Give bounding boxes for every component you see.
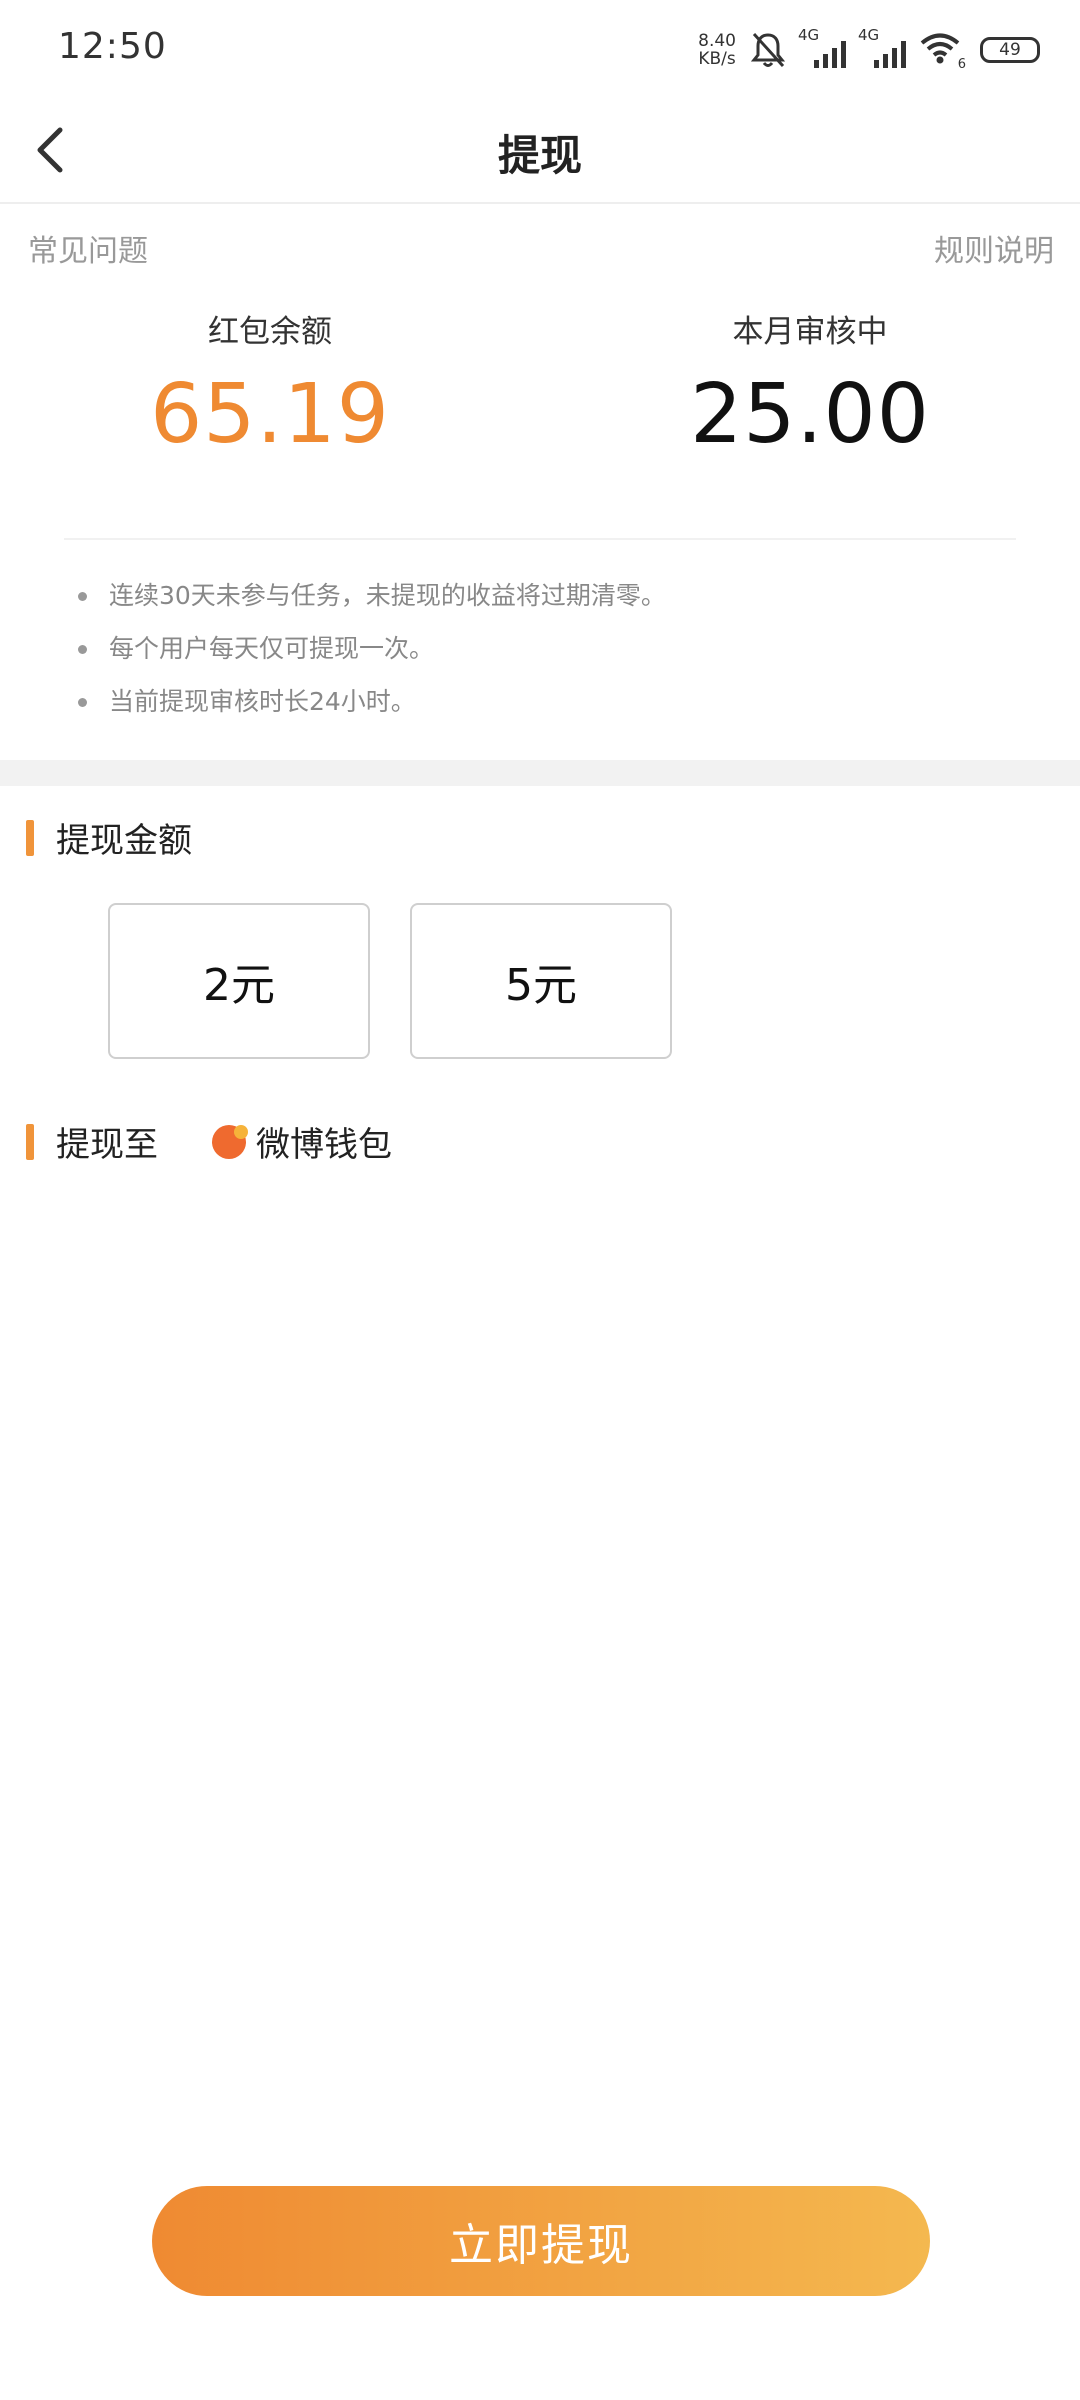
withdraw-button[interactable]: 立即提现 bbox=[152, 2186, 930, 2296]
destination-section-title: 提现至 bbox=[56, 1125, 158, 1165]
rules-list: 连续30天未参与任务，未提现的收益将过期清零。 每个用户每天仅可提现一次。 当前… bbox=[78, 576, 666, 735]
wifi-sub-label: 6 bbox=[957, 57, 966, 72]
bullet-icon bbox=[78, 645, 87, 654]
wifi-icon: 6 bbox=[920, 32, 966, 72]
red-packet-balance-label: 红包余额 bbox=[208, 314, 332, 350]
red-packet-balance: 红包余额 65.19 bbox=[0, 306, 540, 463]
rule-text: 连续30天未参与任务，未提现的收益将过期清零。 bbox=[109, 581, 666, 610]
faq-link[interactable]: 常见问题 bbox=[28, 226, 148, 270]
rule-text: 每个用户每天仅可提现一次。 bbox=[109, 634, 435, 663]
net-speed-unit: KB/s bbox=[698, 49, 736, 69]
net-speed: 8.40 KB/s bbox=[698, 32, 736, 68]
amount-section-header: 提现金额 bbox=[26, 813, 192, 862]
net-speed-value: 8.40 bbox=[698, 31, 736, 51]
status-time: 12:50 bbox=[58, 26, 167, 67]
page-title: 提现 bbox=[497, 131, 582, 180]
sim2-signal-icon: 4G bbox=[858, 26, 906, 68]
review-balance-label: 本月审核中 bbox=[732, 314, 888, 350]
section-accent-bar bbox=[26, 819, 34, 856]
nav-bar: 提现 bbox=[0, 100, 1080, 204]
bullet-icon bbox=[78, 592, 87, 601]
review-balance: 本月审核中 25.00 bbox=[540, 306, 1080, 463]
divider bbox=[64, 538, 1016, 540]
battery-level: 49 bbox=[999, 40, 1021, 60]
battery-icon: 49 bbox=[980, 37, 1040, 63]
status-icons: 8.40 KB/s 4G 4G 6 49 bbox=[698, 26, 1040, 72]
red-packet-balance-value: 65.19 bbox=[150, 367, 390, 462]
bell-muted-icon bbox=[750, 32, 786, 68]
review-balance-value: 25.00 bbox=[690, 367, 930, 462]
rule-item: 当前提现审核时长24小时。 bbox=[78, 682, 666, 735]
destination-section-header: 提现至 微博钱包 bbox=[26, 1117, 392, 1166]
sim2-label: 4G bbox=[858, 26, 880, 44]
bullet-icon bbox=[78, 698, 87, 707]
amount-option-2[interactable]: 2元 bbox=[108, 903, 370, 1059]
section-separator bbox=[0, 760, 1080, 786]
section-accent-bar bbox=[26, 1123, 34, 1160]
rule-text: 当前提现审核时长24小时。 bbox=[109, 687, 416, 716]
amount-section-title: 提现金额 bbox=[56, 821, 192, 861]
amount-option-5[interactable]: 5元 bbox=[410, 903, 672, 1059]
rule-item: 每个用户每天仅可提现一次。 bbox=[78, 629, 666, 682]
rule-item: 连续30天未参与任务，未提现的收益将过期清零。 bbox=[78, 576, 666, 629]
wallet-name: 微博钱包 bbox=[256, 1125, 392, 1165]
rules-link[interactable]: 规则说明 bbox=[934, 226, 1054, 270]
sim1-signal-icon: 4G bbox=[798, 26, 846, 68]
weibo-wallet-icon bbox=[212, 1124, 248, 1159]
status-bar: 12:50 8.40 KB/s 4G 4G 6 49 bbox=[0, 0, 1080, 100]
sim1-label: 4G bbox=[798, 26, 820, 44]
